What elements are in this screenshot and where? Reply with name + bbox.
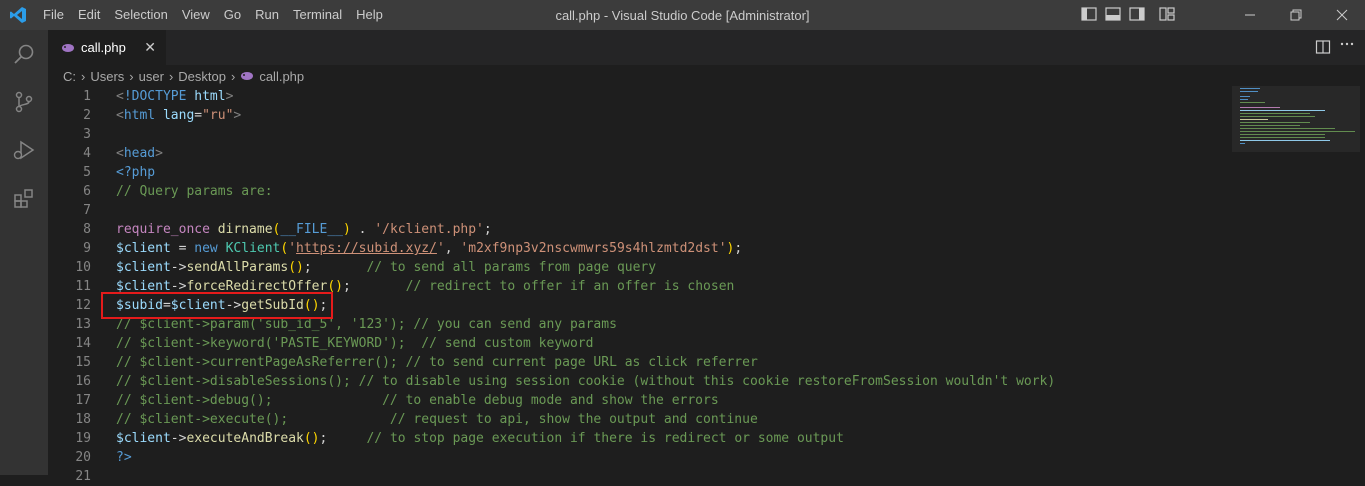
- line-number: 15: [75, 355, 91, 370]
- line-number: 6: [83, 184, 91, 199]
- menu-bar: File Edit Selection View Go Run Terminal…: [36, 0, 390, 30]
- menu-go[interactable]: Go: [217, 0, 248, 30]
- toggle-sidebar-icon[interactable]: [1081, 6, 1097, 24]
- menu-run[interactable]: Run: [248, 0, 286, 30]
- minimize-icon[interactable]: [1227, 0, 1273, 30]
- vscode-logo-icon: [0, 0, 36, 30]
- line-number: 14: [75, 336, 91, 351]
- line-number: 8: [83, 222, 91, 237]
- tab-label: call.php: [81, 40, 126, 55]
- code-line: $subid=$client->getSubId();: [116, 298, 328, 313]
- source-control-icon[interactable]: [0, 78, 48, 126]
- toggle-secondary-sidebar-icon[interactable]: [1129, 6, 1145, 24]
- code-line: <html lang="ru">: [116, 108, 242, 123]
- breadcrumb: C: › Users › user › Desktop › call.php: [48, 65, 1365, 87]
- search-icon[interactable]: [0, 30, 48, 78]
- line-number: 21: [75, 469, 91, 484]
- line-number: 16: [75, 374, 91, 389]
- line-number: 2: [83, 108, 91, 123]
- code-line: $client->sendAllParams(); // to send all…: [116, 260, 657, 275]
- line-number: 1: [83, 89, 91, 104]
- line-number: 10: [75, 260, 91, 275]
- breadcrumb-drive[interactable]: C:: [63, 69, 76, 84]
- chevron-right-icon: ›: [168, 68, 174, 84]
- code-line: $client->executeAndBreak(); // to stop p…: [116, 431, 844, 446]
- code-line: ?>: [116, 450, 132, 465]
- restore-icon[interactable]: [1273, 0, 1319, 30]
- code-line: $client->forceRedirectOffer(); // redire…: [116, 279, 735, 294]
- extensions-icon[interactable]: [0, 174, 48, 222]
- menu-help[interactable]: Help: [349, 0, 390, 30]
- menu-selection[interactable]: Selection: [107, 0, 174, 30]
- vertical-scrollbar[interactable]: [1360, 87, 1365, 475]
- menu-file[interactable]: File: [36, 0, 71, 30]
- line-number: 13: [75, 317, 91, 332]
- more-actions-icon[interactable]: [1339, 36, 1355, 57]
- code-line: <?php: [116, 165, 156, 180]
- line-number: 19: [75, 431, 91, 446]
- breadcrumb-file[interactable]: call.php: [259, 69, 304, 84]
- chevron-right-icon: ›: [230, 68, 236, 84]
- line-number: 4: [83, 146, 91, 161]
- line-number: 11: [75, 279, 91, 294]
- title-bar: File Edit Selection View Go Run Terminal…: [0, 0, 1365, 30]
- tab-close-icon[interactable]: ✕: [144, 39, 156, 56]
- menu-terminal[interactable]: Terminal: [286, 0, 349, 30]
- line-number: 7: [83, 203, 91, 218]
- customize-layout-icon[interactable]: [1159, 6, 1175, 24]
- tab-bar: call.php ✕: [48, 30, 1365, 65]
- line-number: 5: [83, 165, 91, 180]
- php-file-icon: [240, 70, 254, 82]
- close-icon[interactable]: [1319, 0, 1365, 30]
- breadcrumb-desktop[interactable]: Desktop: [178, 69, 226, 84]
- line-number: 20: [75, 450, 91, 465]
- chevron-right-icon: ›: [81, 68, 86, 84]
- code-line: // $client->param('sub_id_5', '123'); //…: [116, 317, 617, 332]
- code-line: $client = new KClient('https://subid.xyz…: [116, 241, 743, 256]
- code-line: <!DOCTYPE html>: [116, 89, 234, 104]
- run-debug-icon[interactable]: [0, 126, 48, 174]
- line-number: 9: [83, 241, 91, 256]
- line-number: 17: [75, 393, 91, 408]
- breadcrumb-users[interactable]: Users: [90, 69, 124, 84]
- breadcrumb-user[interactable]: user: [139, 69, 164, 84]
- menu-view[interactable]: View: [175, 0, 217, 30]
- toggle-panel-icon[interactable]: [1105, 6, 1121, 24]
- line-number: 3: [83, 127, 91, 142]
- tab-call-php[interactable]: call.php ✕: [48, 30, 166, 65]
- line-number: 12: [75, 298, 91, 313]
- window-controls: [1227, 0, 1365, 30]
- code-line: // $client->execute(); // request to api…: [116, 412, 758, 427]
- code-line: // $client->disableSessions(); // to dis…: [116, 374, 1056, 389]
- activity-bar: [0, 30, 48, 475]
- minimap[interactable]: [1232, 86, 1360, 152]
- split-editor-icon[interactable]: [1315, 39, 1331, 60]
- code-line: // $client->debug(); // to enable debug …: [116, 393, 719, 408]
- code-line: require_once dirname(__FILE__) . '/kclie…: [116, 222, 492, 237]
- line-number: 18: [75, 412, 91, 427]
- code-line: // $client->currentPageAsReferrer(); // …: [116, 355, 758, 370]
- chevron-right-icon: ›: [129, 68, 134, 84]
- code-line: // $client->keyword('PASTE_KEYWORD'); //…: [116, 336, 594, 351]
- layout-controls: [1081, 0, 1175, 30]
- code-line: <head>: [116, 146, 163, 161]
- code-editor[interactable]: 1 <!DOCTYPE html> 2 <html lang="ru"> 3 4 <h…: [48, 87, 1365, 484]
- code-line: // Query params are:: [116, 184, 273, 199]
- php-file-icon: [61, 42, 75, 54]
- menu-edit[interactable]: Edit: [71, 0, 107, 30]
